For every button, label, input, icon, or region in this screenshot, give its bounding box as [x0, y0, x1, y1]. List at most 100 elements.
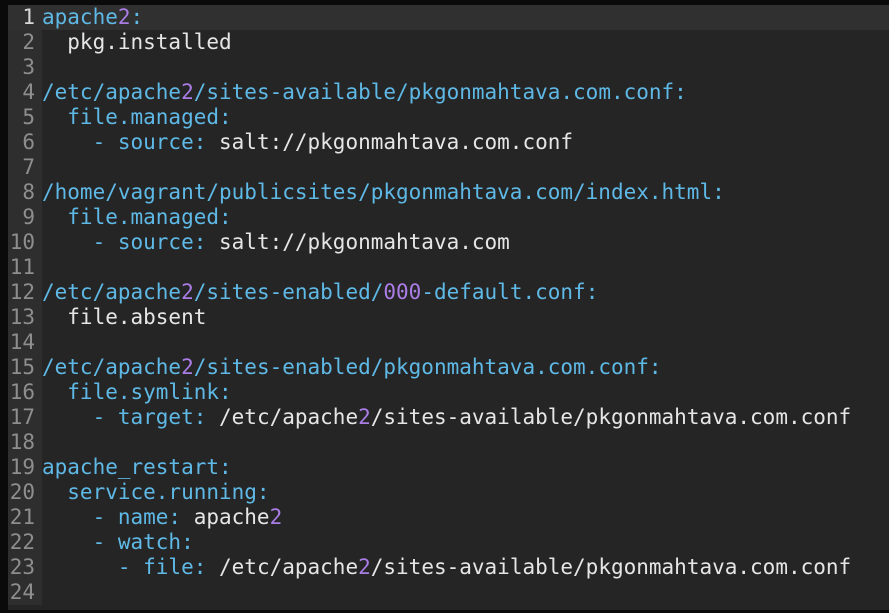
editor-row: 14 [8, 330, 889, 355]
editor-row: 21 - name: apache2 [8, 505, 889, 530]
code-line[interactable]: - source: salt://pkgonmahtava.com [42, 230, 889, 255]
code-line[interactable]: /etc/apache2/sites-enabled/pkgonmahtava.… [42, 355, 889, 380]
line-number: 7 [8, 155, 42, 180]
editor-row: 23 - file: /etc/apache2/sites-available/… [8, 555, 889, 580]
code-line[interactable] [42, 330, 889, 355]
line-number: 5 [8, 105, 42, 130]
code-line[interactable]: - watch: [42, 530, 889, 555]
editor-row: 20 service.running: [8, 480, 889, 505]
editor-row: 3 [8, 55, 889, 80]
line-number: 22 [8, 530, 42, 555]
code-line[interactable]: /etc/apache2/sites-enabled/000-default.c… [42, 280, 889, 305]
code-token-num: 2 [181, 80, 194, 104]
code-line[interactable] [42, 255, 889, 280]
editor-row: 2 pkg.installed [8, 30, 889, 55]
code-token-num: 2 [118, 5, 131, 29]
editor-row: 6 - source: salt://pkgonmahtava.com.conf [8, 130, 889, 155]
code-token-key: - source: [42, 130, 219, 154]
code-line[interactable]: apache_restart: [42, 455, 889, 480]
line-number: 18 [8, 430, 42, 455]
line-number: 21 [8, 505, 42, 530]
code-token-plain: pkg.installed [42, 30, 232, 54]
text-editor[interactable]: 1apache2:2 pkg.installed34/etc/apache2/s… [8, 5, 889, 610]
code-token-key: file.managed: [42, 205, 232, 229]
code-token-plain: file.absent [42, 305, 206, 329]
editor-row: 4/etc/apache2/sites-available/pkgonmahta… [8, 80, 889, 105]
code-token-key: /etc/apache [42, 355, 181, 379]
editor-row: 8/home/vagrant/publicsites/pkgonmahtava.… [8, 180, 889, 205]
code-line[interactable]: - source: salt://pkgonmahtava.com.conf [42, 130, 889, 155]
code-token-num: 2 [358, 405, 371, 429]
line-number: 19 [8, 455, 42, 480]
editor-row: 17 - target: /etc/apache2/sites-availabl… [8, 405, 889, 430]
editor-row: 10 - source: salt://pkgonmahtava.com [8, 230, 889, 255]
code-line[interactable]: /home/vagrant/publicsites/pkgonmahtava.c… [42, 180, 889, 205]
code-token-key: : [131, 5, 144, 29]
code-token-num: 2 [270, 505, 283, 529]
code-line[interactable] [42, 580, 889, 605]
code-token-key: -default.conf: [421, 280, 598, 304]
code-line[interactable]: file.symlink: [42, 380, 889, 405]
line-number: 16 [8, 380, 42, 405]
line-number: 10 [8, 230, 42, 255]
code-line[interactable] [42, 430, 889, 455]
code-line[interactable]: - target: /etc/apache2/sites-available/p… [42, 405, 889, 430]
code-token-plain: /etc/apache [219, 405, 358, 429]
code-token-key: apache_restart: [42, 455, 232, 479]
line-number: 15 [8, 355, 42, 380]
code-line[interactable]: apache2: [42, 5, 889, 30]
line-number: 20 [8, 480, 42, 505]
code-token-num: 2 [181, 280, 194, 304]
line-number: 17 [8, 405, 42, 430]
code-token-plain: apache [194, 505, 270, 529]
code-line[interactable] [42, 155, 889, 180]
line-number: 1 [8, 5, 42, 30]
code-token-plain: /sites-available/pkgonmahtava.com.conf [371, 555, 851, 579]
code-line[interactable]: service.running: [42, 480, 889, 505]
code-token-plain: salt://pkgonmahtava.com.conf [219, 130, 573, 154]
line-number: 12 [8, 280, 42, 305]
code-token-key: service.running: [42, 480, 270, 504]
code-line[interactable] [42, 55, 889, 80]
code-line[interactable]: file.managed: [42, 105, 889, 130]
editor-row: 7 [8, 155, 889, 180]
editor-row: 19apache_restart: [8, 455, 889, 480]
editor-rows: 1apache2:2 pkg.installed34/etc/apache2/s… [8, 5, 889, 605]
code-line[interactable]: /etc/apache2/sites-available/pkgonmahtav… [42, 80, 889, 105]
code-token-key: - target: [42, 405, 219, 429]
screen: { "editor": { "language": "yaml-saltstac… [0, 0, 889, 613]
code-token-key: /sites-available/pkgonmahtava.com.conf: [194, 80, 687, 104]
code-token-key: - watch: [42, 530, 194, 554]
line-number: 3 [8, 55, 42, 80]
line-number: 2 [8, 30, 42, 55]
code-token-key: /sites-enabled/pkgonmahtava.com.conf: [194, 355, 662, 379]
code-token-key: file.symlink: [42, 380, 232, 404]
code-line[interactable]: - name: apache2 [42, 505, 889, 530]
line-number: 6 [8, 130, 42, 155]
code-token-key: apache [42, 5, 118, 29]
editor-row: 16 file.symlink: [8, 380, 889, 405]
line-number: 4 [8, 80, 42, 105]
code-line[interactable]: - file: /etc/apache2/sites-available/pkg… [42, 555, 889, 580]
line-number: 14 [8, 330, 42, 355]
code-token-num: 2 [181, 355, 194, 379]
code-token-plain: /etc/apache [219, 555, 358, 579]
editor-row: 22 - watch: [8, 530, 889, 555]
line-number: 24 [8, 580, 42, 605]
editor-row: 1apache2: [8, 5, 889, 30]
code-token-key: /sites-enabled/ [194, 280, 384, 304]
code-token-key: /etc/apache [42, 280, 181, 304]
line-number: 23 [8, 555, 42, 580]
code-line[interactable]: file.absent [42, 305, 889, 330]
code-line[interactable]: file.managed: [42, 205, 889, 230]
editor-row: 5 file.managed: [8, 105, 889, 130]
code-token-plain: /sites-available/pkgonmahtava.com.conf [371, 405, 851, 429]
code-token-num: 000 [383, 280, 421, 304]
code-token-key: - file: [42, 555, 219, 579]
line-number: 11 [8, 255, 42, 280]
line-number: 8 [8, 180, 42, 205]
editor-row: 18 [8, 430, 889, 455]
editor-row: 15/etc/apache2/sites-enabled/pkgonmahtav… [8, 355, 889, 380]
code-token-plain: salt://pkgonmahtava.com [219, 230, 510, 254]
code-line[interactable]: pkg.installed [42, 30, 889, 55]
